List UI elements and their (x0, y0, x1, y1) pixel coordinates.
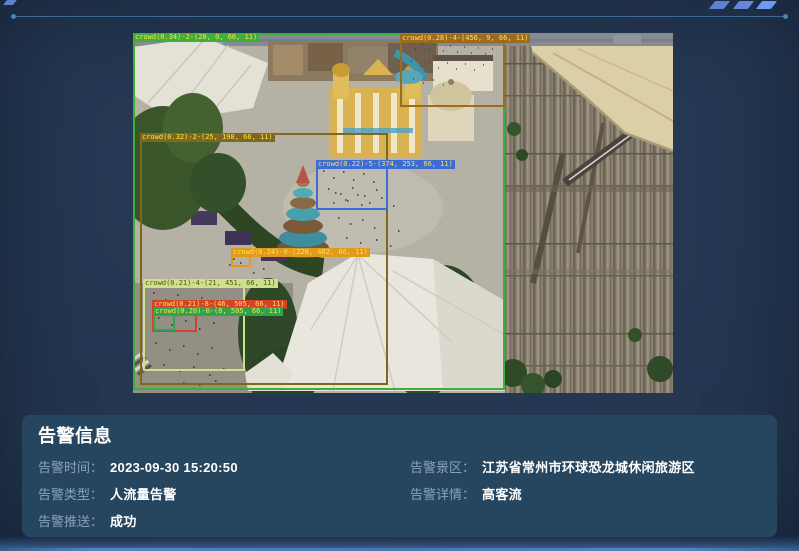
field-value: 高客流 (482, 487, 522, 502)
field-value: 人流量告警 (110, 487, 177, 502)
decor-slash-icon (756, 1, 777, 9)
field-alarm-detail: 告警详情： 高客流 (410, 486, 763, 504)
detection-label: crowd(0.21)-4-(21, 451, 66, 11) (143, 279, 278, 288)
field-alarm-time: 告警时间： 2023-09-30 15:20:50 (38, 459, 396, 477)
decor-slash-icon (733, 1, 754, 9)
field-alarm-type: 告警类型： 人流量告警 (38, 486, 396, 504)
panel-title: 告警信息 (38, 426, 777, 446)
divider-end-dot (783, 14, 788, 19)
detection-box-brown: crowd(0.28)-4-(456, 9, 66, 11) (400, 34, 505, 107)
field-value: 江苏省常州市环球恐龙城休闲旅游区 (482, 460, 695, 475)
detection-label: crowd(0.24)-0-(228, 402, 66, 11) (231, 248, 370, 257)
decor-slash-icon (709, 1, 730, 9)
field-value: 成功 (110, 514, 137, 529)
field-label: 告警详情： (410, 487, 475, 502)
detection-label: crowd(0.32)-2-(25, 198, 66, 11) (140, 133, 275, 142)
detection-label: crowd(0.20)-0-(8, 505, 66, 11) (153, 307, 283, 316)
surveillance-image: crowd(0.34)-2-(20, 0, 66, 11) crowd(0.28)… (133, 33, 673, 393)
bottom-glow-decor (0, 536, 799, 551)
field-label: 告警推送： (38, 514, 103, 529)
field-label: 告警景区： (410, 460, 475, 475)
alarm-detail-page: crowd(0.34)-2-(20, 0, 66, 11) crowd(0.28)… (0, 0, 799, 551)
detection-label: crowd(0.22)-5-(374, 253, 66, 11) (316, 160, 455, 169)
detection-layer: crowd(0.34)-2-(20, 0, 66, 11) crowd(0.28)… (133, 33, 673, 393)
decor-slash-icon (3, 0, 17, 5)
detection-label: crowd(0.34)-2-(20, 0, 66, 11) (133, 33, 259, 42)
detection-label: crowd(0.28)-4-(456, 9, 66, 11) (400, 34, 530, 43)
field-alarm-scenic-area: 告警景区： 江苏省常州市环球恐龙城休闲旅游区 (410, 459, 763, 477)
top-divider-line (13, 16, 786, 17)
alarm-info-panel: 告警信息 告警时间： 2023-09-30 15:20:50 告警景区： 江苏省常州… (22, 415, 777, 537)
field-label: 告警类型： (38, 487, 103, 502)
field-alarm-push: 告警推送： 成功 (38, 513, 396, 531)
field-value: 2023-09-30 15:20:50 (110, 460, 238, 475)
detection-box-orange: crowd(0.24)-0-(228, 402, 66, 11) (231, 255, 251, 267)
alarm-fields: 告警时间： 2023-09-30 15:20:50 告警景区： 江苏省常州市环球恐龙… (22, 459, 777, 531)
detection-box-green-small: crowd(0.20)-0-(8, 505, 66, 11) (153, 314, 175, 331)
field-label: 告警时间： (38, 460, 103, 475)
divider-end-dot (11, 14, 16, 19)
detection-box-blue: crowd(0.22)-5-(374, 253, 66, 11) (316, 160, 388, 210)
